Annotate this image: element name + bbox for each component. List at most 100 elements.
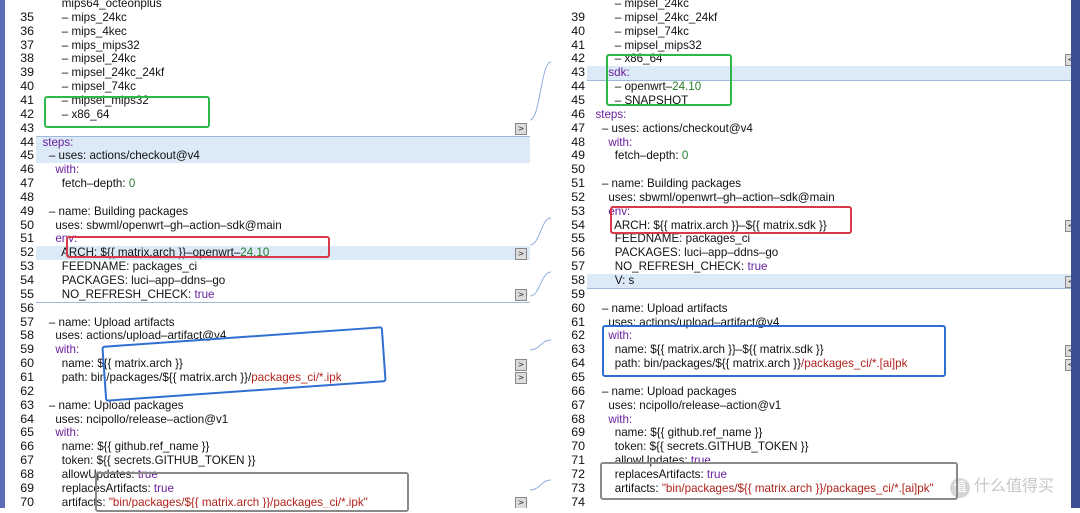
code-line[interactable]: 50 bbox=[551, 162, 1080, 177]
line-number: 52 bbox=[571, 189, 585, 204]
code-line[interactable]: – mipsel_24kc bbox=[551, 0, 1080, 11]
code-line[interactable]: 61 path: bin/packages/${{ matrix.arch }}… bbox=[0, 370, 530, 385]
code-line[interactable]: 41 – mipsel_mips32 bbox=[551, 37, 1080, 53]
line-number: 53 bbox=[20, 259, 34, 274]
code-line[interactable]: 49 – name: Building packages bbox=[0, 204, 530, 219]
change-separator bbox=[587, 80, 1080, 82]
code-line[interactable]: 53 env: bbox=[551, 204, 1080, 219]
code-line[interactable]: 42 – x86_64 bbox=[0, 107, 530, 122]
code-line[interactable]: 45 – SNAPSHOT bbox=[551, 93, 1080, 108]
code-line[interactable]: 45 – uses: actions/checkout@v4 bbox=[0, 149, 530, 163]
code-line[interactable]: 64 uses: ncipollo/release–action@v1 bbox=[0, 412, 530, 427]
code-line[interactable]: 62 with: bbox=[551, 329, 1080, 343]
code-line[interactable]: 68 allowUpdates: true bbox=[0, 467, 530, 482]
code-line[interactable]: 69 replacesArtifacts: true bbox=[0, 481, 530, 496]
copy-right-arrow-button[interactable]: > bbox=[515, 123, 527, 136]
code-line[interactable]: 58 uses: actions/upload–artifact@v4 bbox=[0, 329, 530, 343]
change-separator bbox=[36, 135, 530, 137]
code-line[interactable]: 53 FEEDNAME: packages_ci bbox=[0, 259, 530, 274]
code-line[interactable]: 70 token: ${{ secrets.GITHUB_TOKEN }} bbox=[551, 439, 1080, 454]
code-line[interactable]: 61 uses: actions/upload–artifact@v4 bbox=[551, 315, 1080, 330]
code-line[interactable]: 43 sdk: bbox=[551, 65, 1080, 80]
code-line[interactable]: 37 – mips_mips32 bbox=[0, 37, 530, 53]
code-line[interactable]: 41 – mipsel_mips32 bbox=[0, 93, 530, 108]
copy-right-arrow-button[interactable]: > bbox=[515, 247, 527, 260]
line-number: 51 bbox=[571, 176, 585, 191]
code-text: – mipsel_mips32 bbox=[36, 93, 149, 107]
code-line[interactable]: 63 name: ${{ matrix.arch }}–${{ matrix.s… bbox=[551, 342, 1080, 357]
code-line[interactable]: 47 fetch–depth: 0 bbox=[0, 176, 530, 191]
code-text: – name: Upload artifacts bbox=[589, 301, 728, 315]
code-line[interactable]: 35 – mips_24kc bbox=[0, 10, 530, 25]
code-line[interactable]: 71 allowUpdates: true bbox=[551, 453, 1080, 468]
line-number: 46 bbox=[20, 162, 34, 177]
line-number: 65 bbox=[20, 425, 34, 440]
code-line[interactable]: 65 with: bbox=[0, 426, 530, 440]
code-line[interactable]: 59 with: bbox=[0, 342, 530, 357]
code-line[interactable]: 40 – mipsel_74kc bbox=[0, 79, 530, 94]
code-line[interactable]: 40 – mipsel_74kc bbox=[551, 24, 1080, 39]
code-line[interactable]: 42 – x86_64 bbox=[551, 52, 1080, 66]
right-diff-pane[interactable]: – mipsel_24kc 39 – mipsel_24kc_24kf 40 – m… bbox=[551, 0, 1080, 508]
code-line[interactable]: 52 uses: sbwml/openwrt–gh–action–sdk@mai… bbox=[551, 189, 1080, 205]
code-text: fetch–depth: 0 bbox=[589, 149, 689, 163]
code-line[interactable]: 59 bbox=[551, 287, 1080, 302]
line-number: 55 bbox=[20, 286, 34, 301]
code-line[interactable]: 69 name: ${{ github.ref_name }} bbox=[551, 426, 1080, 440]
code-line[interactable]: 46 steps: bbox=[551, 107, 1080, 122]
code-line[interactable]: 62 bbox=[0, 384, 530, 399]
code-line[interactable]: 48 with: bbox=[551, 135, 1080, 150]
line-number: 37 bbox=[20, 37, 34, 52]
copy-right-arrow-button[interactable]: > bbox=[515, 497, 527, 508]
code-line[interactable]: 51 env: bbox=[0, 232, 530, 246]
code-line[interactable]: 64 path: bin/packages/${{ matrix.arch }}… bbox=[551, 356, 1080, 371]
copy-right-arrow-button[interactable]: > bbox=[515, 372, 527, 385]
code-line[interactable]: 52 ARCH: ${{ matrix.arch }}–openwrt–24.1… bbox=[0, 245, 530, 260]
code-line[interactable]: 54 PACKAGES: luci–app–ddns–go bbox=[0, 273, 530, 288]
code-line[interactable]: 44 steps: bbox=[0, 135, 530, 150]
code-line[interactable]: 60 name: ${{ matrix.arch }} bbox=[0, 356, 530, 371]
code-line[interactable]: 47 – uses: actions/checkout@v4 bbox=[551, 121, 1080, 136]
code-line[interactable]: 57 NO_REFRESH_CHECK: true bbox=[551, 259, 1080, 274]
line-number: 40 bbox=[20, 79, 34, 94]
code-line[interactable]: 70 artifacts: "bin/packages/${{ matrix.a… bbox=[0, 495, 530, 508]
code-line[interactable]: 51 – name: Building packages bbox=[551, 176, 1080, 191]
code-line[interactable]: 43 bbox=[0, 120, 530, 136]
code-line[interactable]: 48 bbox=[0, 190, 530, 205]
copy-right-arrow-button[interactable]: > bbox=[515, 358, 527, 371]
code-line[interactable]: 60 – name: Upload artifacts bbox=[551, 301, 1080, 316]
copy-right-arrow-button[interactable]: > bbox=[515, 289, 527, 302]
code-line[interactable]: 68 with: bbox=[551, 412, 1080, 427]
code-line[interactable]: 56 PACKAGES: luci–app–ddns–go bbox=[551, 245, 1080, 260]
code-line[interactable]: 58 V: s bbox=[551, 273, 1080, 288]
code-line[interactable]: 57 – name: Upload artifacts bbox=[0, 315, 530, 330]
left-diff-pane[interactable]: mips64_octeonplus 35 – mips_24kc 36 – mips… bbox=[0, 0, 530, 508]
code-line[interactable]: 39 – mipsel_24kc_24kf bbox=[0, 65, 530, 80]
code-line[interactable]: 66 name: ${{ github.ref_name }} bbox=[0, 439, 530, 454]
line-number: 44 bbox=[571, 79, 585, 94]
line-number: 41 bbox=[571, 37, 585, 52]
right-scroll-edge[interactable] bbox=[1071, 0, 1080, 508]
code-line[interactable]: 49 fetch–depth: 0 bbox=[551, 149, 1080, 163]
code-line[interactable]: 36 – mips_4kec bbox=[0, 24, 530, 39]
code-line[interactable]: mips64_octeonplus bbox=[0, 0, 530, 11]
code-line[interactable]: 63 – name: Upload packages bbox=[0, 398, 530, 413]
line-number: 43 bbox=[20, 120, 34, 135]
code-line[interactable]: 66 – name: Upload packages bbox=[551, 384, 1080, 399]
code-text: – mipsel_24kc bbox=[36, 52, 136, 66]
code-line[interactable]: 65 bbox=[551, 370, 1080, 385]
code-text: PACKAGES: luci–app–ddns–go bbox=[36, 274, 226, 287]
code-line[interactable]: 55 NO_REFRESH_CHECK: true bbox=[0, 286, 530, 302]
code-line[interactable]: 38 – mipsel_24kc bbox=[0, 52, 530, 66]
code-line[interactable]: 44 – openwrt–24.10 bbox=[551, 79, 1080, 94]
code-line[interactable]: 46 with: bbox=[0, 162, 530, 177]
code-line[interactable]: 56 bbox=[0, 301, 530, 316]
line-number: 62 bbox=[571, 328, 585, 343]
code-line[interactable]: 67 token: ${{ secrets.GITHUB_TOKEN }} bbox=[0, 453, 530, 468]
code-line[interactable]: 39 – mipsel_24kc_24kf bbox=[551, 10, 1080, 25]
code-line[interactable]: 55 FEEDNAME: packages_ci bbox=[551, 232, 1080, 246]
code-line[interactable]: 54 ARCH: ${{ matrix.arch }}–${{ matrix.s… bbox=[551, 218, 1080, 233]
code-line[interactable]: 67 uses: ncipollo/release–action@v1 bbox=[551, 398, 1080, 413]
line-number: 70 bbox=[571, 439, 585, 454]
code-line[interactable]: 50 uses: sbwml/openwrt–gh–action–sdk@mai… bbox=[0, 218, 530, 233]
